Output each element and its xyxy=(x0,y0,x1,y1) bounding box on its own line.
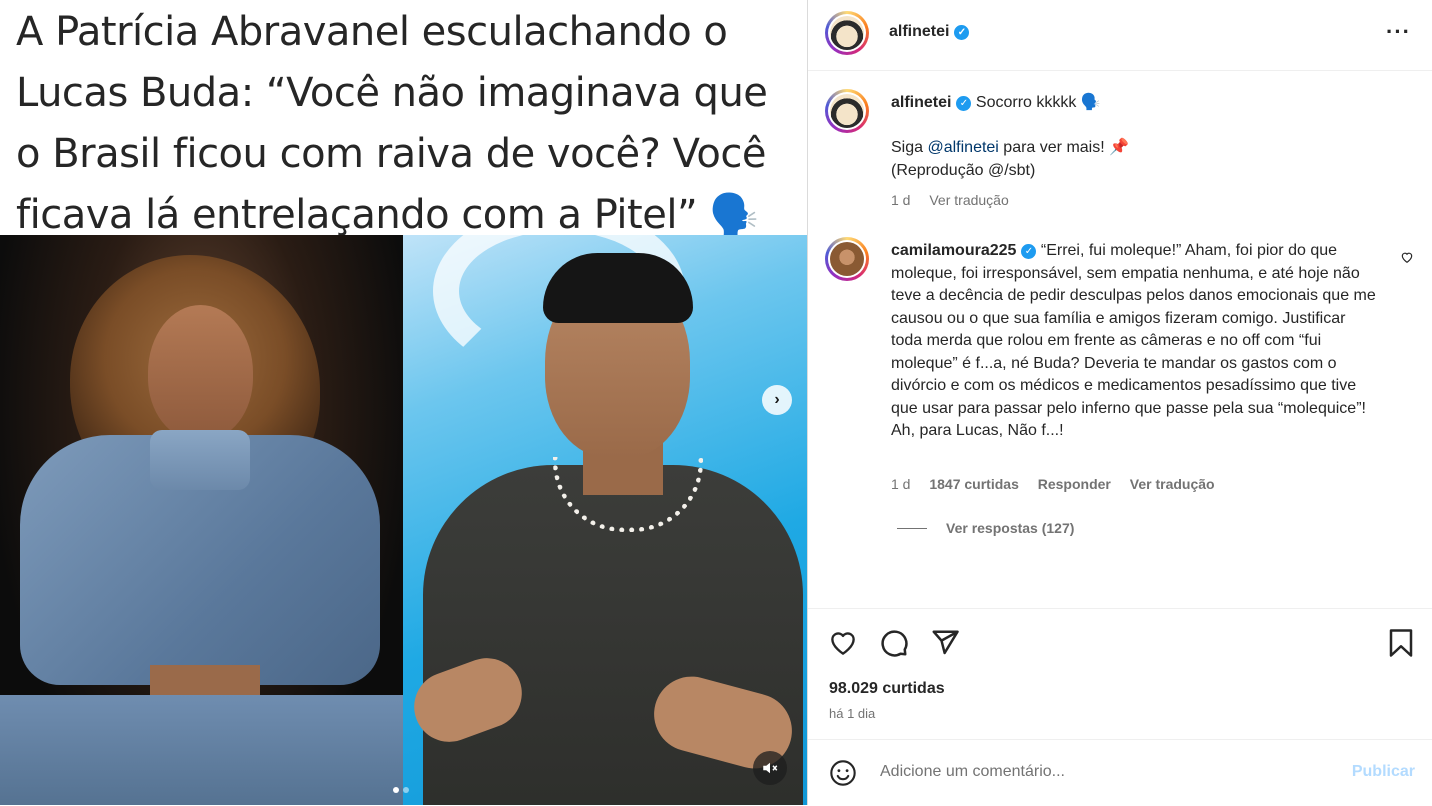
comment-meta: 1 d 1847 curtidas Responder Ver tradução xyxy=(891,476,1230,492)
comment-age[interactable]: 1 d xyxy=(891,476,910,492)
comment-like-heart-icon[interactable] xyxy=(1400,250,1414,264)
caption-line-1: alfinetei ✓ Socorro kkkkk 🗣️ xyxy=(891,92,1391,115)
media-caption-band: A Patrícia Abravanel esculachando o Luca… xyxy=(0,0,807,238)
photo-denim-collar xyxy=(150,430,250,490)
photo-face xyxy=(148,305,253,440)
carousel-next-button[interactable]: › xyxy=(762,385,792,415)
avatar-image xyxy=(830,94,864,128)
header-username-text[interactable]: alfinetei xyxy=(889,23,949,40)
verified-badge-icon: ✓ xyxy=(956,96,972,111)
caption-username[interactable]: alfinetei xyxy=(891,94,951,111)
comment-translate-link[interactable]: Ver tradução xyxy=(1130,476,1215,492)
avatar-image xyxy=(830,16,864,50)
caption-age[interactable]: 1 d xyxy=(891,192,910,208)
carousel-indicator xyxy=(393,780,413,798)
comment-reply-button[interactable]: Responder xyxy=(1038,476,1111,492)
comment-likes[interactable]: 1847 curtidas xyxy=(929,476,1019,492)
mute-button[interactable] xyxy=(753,751,787,785)
photo-hair-right xyxy=(543,253,693,323)
caption-line-2: Siga @alfinetei para ver mais! 📌 xyxy=(891,137,1391,160)
view-replies-button[interactable]: Ver respostas (127) xyxy=(897,520,1089,536)
media-photo-right xyxy=(403,235,807,805)
header-username[interactable]: alfinetei ✓ xyxy=(889,23,970,41)
carousel-dot-active xyxy=(393,787,399,793)
caption-author-avatar[interactable] xyxy=(825,89,869,133)
caption-translate-link[interactable]: Ver tradução xyxy=(929,192,1008,208)
post-time-ago[interactable]: há 1 dia xyxy=(829,706,875,721)
media-photo-left xyxy=(0,235,403,805)
comment-body: camilamoura225 ✓ “Errei, fui moleque!” Ah… xyxy=(891,240,1381,443)
caption-line-2-suffix: para ver mais! 📌 xyxy=(998,139,1130,156)
replies-divider xyxy=(897,527,927,529)
media-caption-text: A Patrícia Abravanel esculachando o Luca… xyxy=(16,9,768,238)
caption-text: Socorro kkkkk 🗣️ xyxy=(975,94,1101,111)
caption-meta: 1 d Ver tradução xyxy=(891,192,1024,208)
muted-speaker-icon xyxy=(763,762,778,774)
emoji-icon[interactable] xyxy=(829,759,857,787)
action-bar xyxy=(808,608,1432,609)
more-icon: ··· xyxy=(1386,19,1411,44)
carousel-dot xyxy=(403,787,409,793)
chevron-right-icon: › xyxy=(774,391,780,408)
post-panel: alfinetei ✓ ··· alfinetei ✓ Socorro kkkkk … xyxy=(807,0,1432,805)
commenter-avatar[interactable] xyxy=(825,237,869,281)
post-likes-count[interactable]: 98.029 curtidas xyxy=(829,680,945,698)
comment-username[interactable]: camilamoura225 xyxy=(891,242,1016,259)
comment-input[interactable] xyxy=(878,762,1322,782)
verified-badge-icon: ✓ xyxy=(1021,244,1037,259)
post-media[interactable]: A Patrícia Abravanel esculachando o Luca… xyxy=(0,0,807,805)
caption-mention-link[interactable]: @alfinetei xyxy=(927,139,998,156)
author-avatar[interactable] xyxy=(825,11,869,55)
view-replies-label: Ver respostas (127) xyxy=(946,520,1075,536)
bookmark-icon[interactable] xyxy=(1388,628,1414,658)
comment-icon[interactable] xyxy=(879,628,909,658)
publish-comment-button[interactable]: Publicar xyxy=(1352,763,1415,781)
more-options-button[interactable]: ··· xyxy=(1386,19,1411,45)
comment-text: “Errei, fui moleque!” Aham, foi pior do … xyxy=(891,242,1376,439)
caption-line-2-prefix: Siga xyxy=(891,139,928,156)
heart-icon[interactable] xyxy=(828,628,858,658)
photo-denim-pants xyxy=(0,695,403,805)
post-header: alfinetei ✓ ··· xyxy=(808,0,1432,71)
comment-bar: Publicar xyxy=(808,739,1432,806)
caption-line-3: (Reprodução @/sbt) xyxy=(891,162,1036,179)
share-icon[interactable] xyxy=(930,628,960,658)
avatar-image xyxy=(830,242,864,276)
verified-badge-icon: ✓ xyxy=(954,25,970,40)
